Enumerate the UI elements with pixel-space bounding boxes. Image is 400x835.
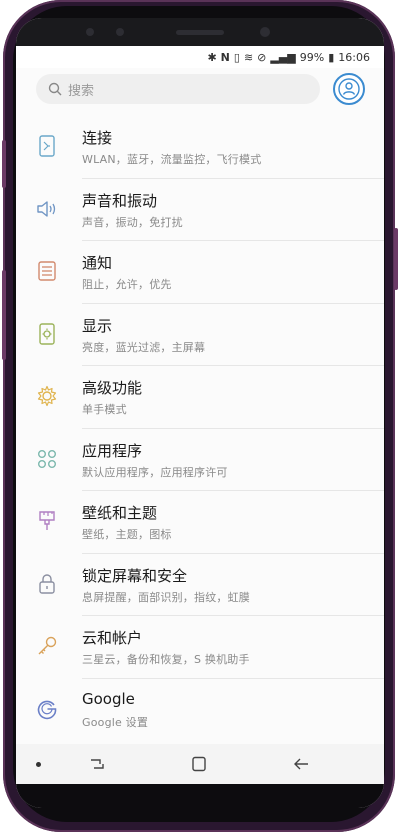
settings-item-google[interactable]: Google Google 设置 [16,679,384,742]
advanced-features-icon [37,385,57,407]
sensor-icon [116,28,124,36]
settings-item-title: 声音和振动 [82,191,158,210]
settings-item-subtitle: 亮度，蓝光过滤，主屏幕 [82,340,206,354]
settings-item-subtitle: 息屏提醒，面部识别，指纹，虹膜 [82,590,250,604]
dnd-icon: ⊘ [257,50,267,64]
settings-item-subtitle: 声音，振动，免打扰 [82,215,183,229]
side-button-left [2,140,6,188]
settings-item-wallpaper-themes[interactable]: 壁纸和主题 壁纸，主题，图标 [16,491,384,554]
search-icon [48,82,62,96]
lock-icon [39,573,55,594]
settings-item-subtitle: 默认应用程序，应用程序许可 [82,465,228,479]
settings-item-title: Google [82,689,135,708]
settings-item-advanced[interactable]: 高级功能 单手模式 [16,366,384,429]
settings-item-lockscreen[interactable]: 锁定屏幕和安全 息屏提醒，面部识别，指纹，虹膜 [16,554,384,616]
status-bar: ✱ N ▯ ≋ ⊘ ▂▄▆ 99% ▮ 16:06 [16,46,384,68]
side-button-right [394,228,398,290]
settings-item-subtitle: Google 设置 [82,715,149,729]
settings-item-title: 显示 [82,316,113,335]
screen: ✱ N ▯ ≋ ⊘ ▂▄▆ 99% ▮ 16:06 搜索 连接 WLAN，蓝牙，… [16,18,384,808]
signal-icon: ▂▄▆ [270,50,296,64]
camera-bar [16,18,384,48]
notification-icon [38,261,56,281]
back-button[interactable] [292,756,310,772]
settings-item-subtitle: 三星云，备份和恢复，S 换机助手 [82,653,250,666]
screen-bottom-bezel [16,784,384,808]
settings-item-cloud-accounts[interactable]: 云和帐户 三星云，备份和恢复，S 换机助手 [16,616,384,679]
battery-icon: ▮ [328,50,335,64]
search-input[interactable]: 搜索 [36,74,320,104]
connection-icon [39,135,55,157]
navigation-bar [16,744,384,784]
recents-button[interactable] [88,756,106,772]
battery-percent: 99% [299,50,325,64]
settings-item-title: 应用程序 [82,441,143,460]
settings-item-sound[interactable]: 声音和振动 声音，振动，免打扰 [16,179,384,241]
google-icon [37,700,57,719]
account-button[interactable] [332,72,366,106]
settings-item-subtitle: 阻止，允许，优先 [82,278,172,291]
home-button[interactable] [190,756,208,772]
speaker-grille [176,30,224,35]
nfc-icon: N [220,50,230,64]
sensor-icon [86,28,94,36]
sound-icon [37,200,56,217]
nav-dot-indicator[interactable] [36,762,41,767]
theme-brush-icon [39,511,55,530]
settings-item-title: 壁纸和主题 [82,504,158,522]
settings-item-title: 连接 [82,129,113,147]
search-placeholder: 搜索 [68,83,95,99]
settings-item-connections[interactable]: 连接 WLAN，蓝牙，流量监控，飞行模式 [16,116,384,179]
side-button-left-2 [2,270,6,360]
wifi-icon: ≋ [243,50,254,64]
settings-item-subtitle: 壁纸，主题，图标 [82,528,172,541]
settings-item-title: 锁定屏幕和安全 [82,566,188,585]
apps-icon [38,449,56,468]
settings-list: 连接 WLAN，蓝牙，流量监控，飞行模式 声音和振动 声音，振动，免打扰 通知 … [16,116,384,741]
settings-item-title: 云和帐户 [82,629,143,647]
settings-item-subtitle: 单手模式 [82,403,127,416]
bluetooth-icon: ✱ [207,50,217,64]
settings-item-title: 通知 [82,254,113,272]
settings-item-display[interactable]: 显示 亮度，蓝光过滤，主屏幕 [16,304,384,366]
header: 搜索 [16,68,384,116]
key-icon [38,636,57,655]
front-camera-icon [260,27,270,37]
vibrate-icon: ▯ [233,50,240,64]
display-icon [39,322,55,345]
settings-item-notifications[interactable]: 通知 阻止，允许，优先 [16,241,384,304]
status-time: 16:06 [338,50,370,64]
settings-item-apps[interactable]: 应用程序 默认应用程序，应用程序许可 [16,429,384,491]
settings-item-subtitle: WLAN，蓝牙，流量监控，飞行模式 [82,153,262,166]
settings-item-title: 高级功能 [82,379,143,397]
